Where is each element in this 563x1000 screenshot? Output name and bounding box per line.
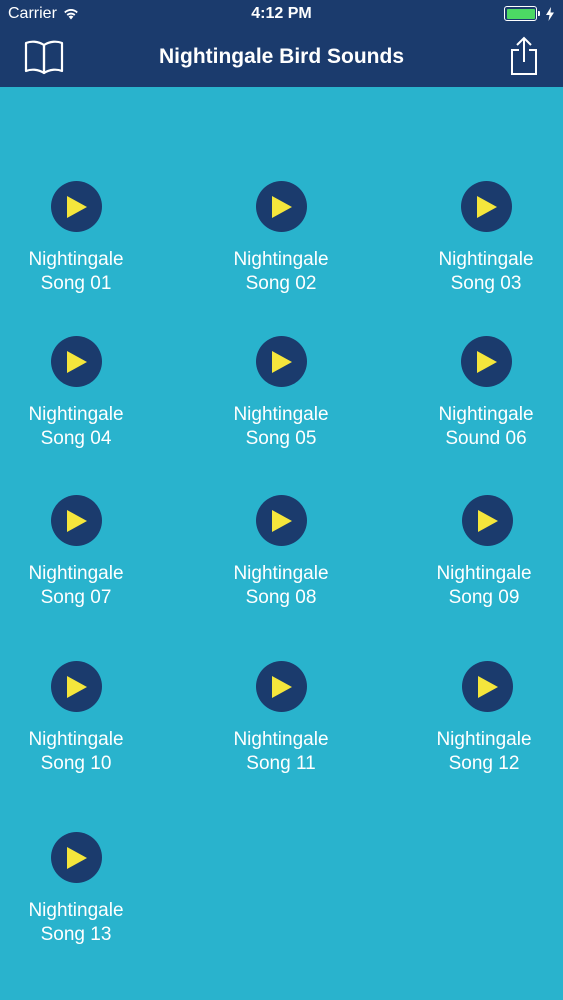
play-icon bbox=[67, 195, 87, 218]
play-icon bbox=[272, 350, 292, 373]
play-icon bbox=[477, 350, 497, 373]
play-button[interactable] bbox=[50, 495, 102, 546]
navigation-bar: Nightingale Bird Sounds bbox=[0, 30, 563, 87]
sound-item-09[interactable]: Nightingale Song 09 bbox=[404, 495, 563, 610]
sound-label: Nightingale Song 13 bbox=[28, 900, 124, 945]
play-icon bbox=[67, 350, 87, 373]
play-icon bbox=[272, 195, 292, 218]
status-bar: Carrier 4:12 PM bbox=[0, 0, 563, 30]
charging-bolt-icon bbox=[546, 6, 554, 21]
sound-label: Nightingale Song 03 bbox=[438, 249, 534, 294]
play-icon bbox=[478, 509, 498, 532]
sound-item-06[interactable]: Nightingale Sound 06 bbox=[406, 336, 563, 451]
sound-item-08[interactable]: Nightingale Song 08 bbox=[201, 495, 361, 610]
sound-label: Nightingale Sound 06 bbox=[438, 404, 534, 449]
sound-item-07[interactable]: Nightingale Song 07 bbox=[0, 495, 156, 610]
sound-item-10[interactable]: Nightingale Song 10 bbox=[0, 661, 156, 776]
sound-grid: Nightingale Song 01 Nightingale Song 02 Ni… bbox=[0, 87, 563, 1000]
play-icon bbox=[272, 675, 292, 698]
sound-item-01[interactable]: Nightingale Song 01 bbox=[0, 181, 156, 296]
play-button[interactable] bbox=[255, 181, 307, 232]
page-title: Nightingale Bird Sounds bbox=[159, 45, 404, 68]
play-button[interactable] bbox=[461, 661, 513, 712]
battery-indicator bbox=[504, 6, 555, 21]
sound-label: Nightingale Song 12 bbox=[436, 729, 532, 774]
sound-label: Nightingale Song 04 bbox=[28, 404, 124, 449]
sound-item-03[interactable]: Nightingale Song 03 bbox=[406, 181, 563, 296]
play-icon bbox=[67, 846, 87, 869]
sound-label: Nightingale Song 11 bbox=[233, 729, 329, 774]
top-bar: Carrier 4:12 PM Nightingale Bird Sounds bbox=[0, 0, 563, 87]
play-icon bbox=[67, 509, 87, 532]
share-icon bbox=[511, 36, 537, 75]
battery-icon bbox=[504, 6, 540, 21]
play-button[interactable] bbox=[460, 336, 512, 387]
sound-label: Nightingale Song 07 bbox=[28, 563, 124, 608]
play-button[interactable] bbox=[255, 336, 307, 387]
clock: 4:12 PM bbox=[251, 5, 312, 22]
sound-item-11[interactable]: Nightingale Song 11 bbox=[201, 661, 361, 776]
sound-label: Nightingale Song 08 bbox=[233, 563, 329, 608]
sound-label: Nightingale Song 09 bbox=[436, 563, 532, 608]
sound-label: Nightingale Song 05 bbox=[233, 404, 329, 449]
sound-label: Nightingale Song 01 bbox=[28, 249, 124, 294]
play-button[interactable] bbox=[461, 495, 513, 546]
play-icon bbox=[478, 675, 498, 698]
play-button[interactable] bbox=[255, 495, 307, 546]
sound-label: Nightingale Song 02 bbox=[233, 249, 329, 294]
sound-item-04[interactable]: Nightingale Song 04 bbox=[0, 336, 156, 451]
play-button[interactable] bbox=[460, 181, 512, 232]
play-icon bbox=[272, 509, 292, 532]
sound-item-13[interactable]: Nightingale Song 13 bbox=[0, 832, 156, 947]
play-button[interactable] bbox=[50, 832, 102, 883]
play-button[interactable] bbox=[255, 661, 307, 712]
play-button[interactable] bbox=[50, 181, 102, 232]
share-button[interactable] bbox=[509, 36, 539, 76]
sound-label: Nightingale Song 10 bbox=[28, 729, 124, 774]
play-icon bbox=[477, 195, 497, 218]
play-button[interactable] bbox=[50, 661, 102, 712]
sound-item-05[interactable]: Nightingale Song 05 bbox=[201, 336, 361, 451]
play-button[interactable] bbox=[50, 336, 102, 387]
play-icon bbox=[67, 675, 87, 698]
sound-item-02[interactable]: Nightingale Song 02 bbox=[201, 181, 361, 296]
sound-item-12[interactable]: Nightingale Song 12 bbox=[404, 661, 563, 776]
